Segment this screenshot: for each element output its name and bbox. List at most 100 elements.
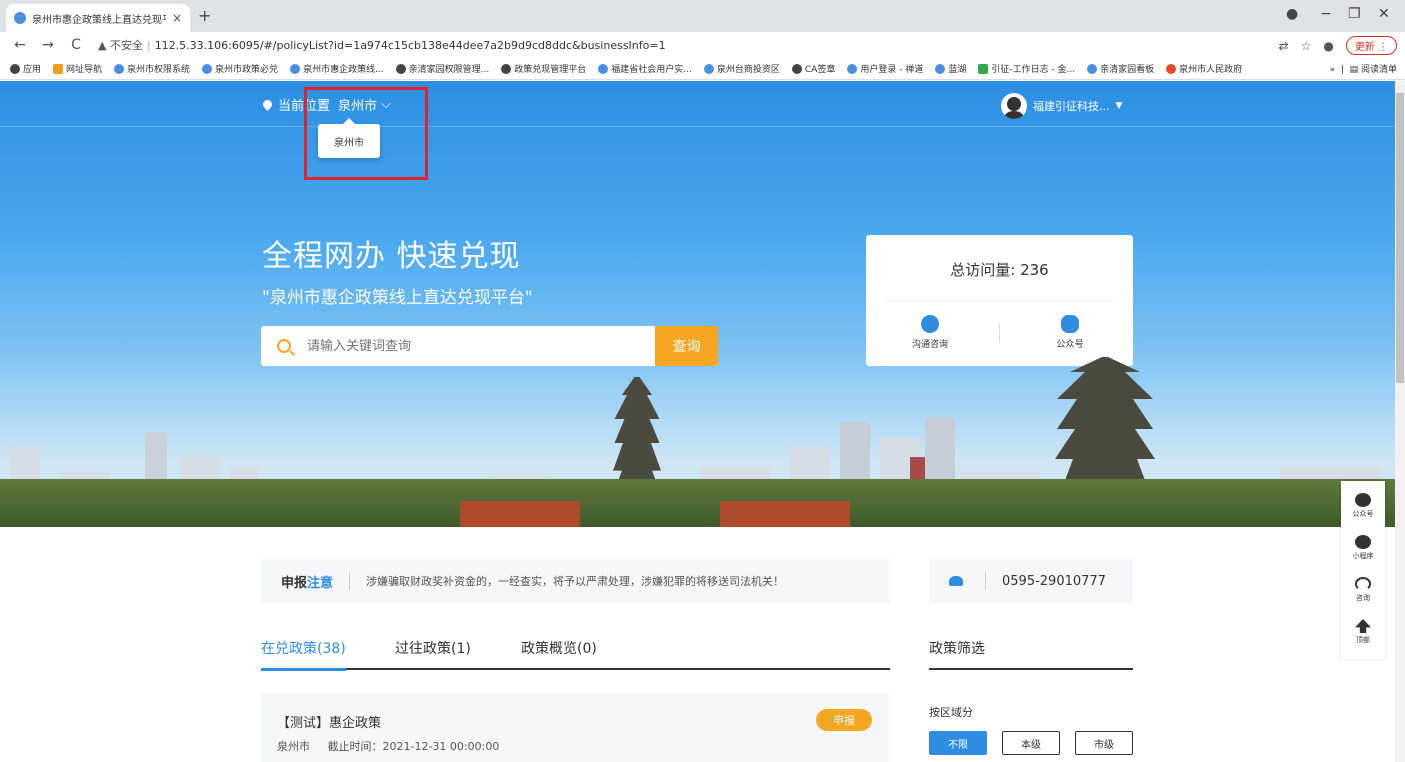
tab-title: 泉州市惠企政策线上直达兑现平台 <box>32 14 166 26</box>
bookmark-item[interactable]: CA签章 <box>791 62 835 75</box>
insecure-warning[interactable]: ▲ 不安全 <box>98 39 143 52</box>
bookmark-icon <box>847 63 858 74</box>
sidebar-consult[interactable]: 咨询 <box>1341 577 1385 603</box>
bookmarks-overflow[interactable]: » | ▤ 阅读清单 <box>1330 62 1397 75</box>
bookmark-star-icon[interactable]: ☆ <box>1301 39 1312 53</box>
restore-icon[interactable]: ❐ <box>1348 6 1361 22</box>
header-divider <box>0 126 1395 127</box>
search-button[interactable]: 查询 <box>655 326 718 366</box>
profile-icon[interactable]: ● <box>1286 6 1298 22</box>
avatar <box>1001 93 1027 119</box>
notice-bar: 申报注意 涉嫌骗取财政奖补资金的，一经查实，将予以严肃处理，涉嫌犯罪的将移送司法… <box>261 559 890 603</box>
bookmark-icon <box>598 63 609 74</box>
scrollbar-thumb[interactable] <box>1396 93 1404 383</box>
hero-subslogan: "泉州市惠企政策线上直达兑现平台" <box>262 288 533 308</box>
notice-label: 申报注意 <box>281 575 334 591</box>
policy-name[interactable]: 【测试】惠企政策 <box>277 712 381 731</box>
bookmark-item[interactable]: 泉州市权限系统 <box>114 62 190 75</box>
region-option-local[interactable]: 本级 <box>1002 731 1060 755</box>
account-icon[interactable]: ● <box>1323 39 1333 53</box>
bookmark-icon <box>290 63 301 74</box>
trees-layer <box>0 479 1395 527</box>
bookmark-item[interactable]: 泉州市人民政府 <box>1166 62 1242 75</box>
hotline-number: 0595-29010777 <box>1002 573 1106 589</box>
search-icon <box>277 339 291 353</box>
visit-total: 总访问量: 236 <box>950 261 1049 279</box>
bookmark-item[interactable]: 蓝湖 <box>935 62 966 75</box>
tab-active-policies[interactable]: 在兑政策(38) <box>261 638 346 671</box>
tab-policy-overview[interactable]: 政策概览(0) <box>521 638 597 668</box>
bookmark-item[interactable]: 网址导航 <box>53 62 102 75</box>
headset-icon <box>1355 577 1371 591</box>
apply-button[interactable]: 申报 <box>816 709 872 731</box>
highlight-box <box>304 87 428 180</box>
hotline-divider <box>985 572 986 590</box>
bookmark-item[interactable]: 泉州市政策必兑 <box>202 62 278 75</box>
forward-icon[interactable]: → <box>40 37 56 53</box>
back-icon[interactable]: ← <box>12 37 28 53</box>
translate-icon[interactable]: ⇄ <box>1279 39 1289 53</box>
floating-sidebar: 公众号 小程序 咨询 顶部 <box>1341 481 1385 659</box>
close-window-icon[interactable]: ✕ <box>1378 6 1390 22</box>
bookmark-icon <box>935 63 946 74</box>
bookmark-icon <box>1166 63 1177 74</box>
bookmark-item[interactable]: 用户登录 - 禅道 <box>847 62 923 75</box>
minimize-icon[interactable]: − <box>1320 6 1332 22</box>
sidebar-wechat[interactable]: 公众号 <box>1341 493 1385 519</box>
wechat-link[interactable]: 公众号 <box>1030 315 1110 350</box>
policy-item[interactable]: 【测试】惠企政策 泉州市 截止时间：2021-12-31 00:00:00 申报 <box>261 694 890 762</box>
visit-card: 总访问量: 236 沟通咨询 公众号 <box>866 235 1133 366</box>
bookmark-icon <box>1087 63 1098 74</box>
bookmark-item[interactable]: 亲清家园权限管理... <box>395 62 489 75</box>
policy-tabs: 在兑政策(38) 过往政策(1) 政策概览(0) <box>261 638 890 671</box>
user-menu[interactable]: 福建引征科技... ▼ <box>1001 93 1122 119</box>
new-tab-button[interactable]: + <box>198 6 211 25</box>
close-tab-icon[interactable]: × <box>172 11 182 25</box>
bookmark-icon <box>703 63 714 74</box>
bookmark-item[interactable]: 引征-工作日志 - 金... <box>978 62 1075 75</box>
apps-grid-icon <box>10 63 20 74</box>
notice-text: 涉嫌骗取财政奖补资金的，一经查实，将予以严肃处理，涉嫌犯罪的将移送司法机关！ <box>366 575 785 588</box>
city-skyline-image <box>0 357 1395 527</box>
url-field[interactable]: ▲ 不安全 | 112.5.33.106:6095/#/policyList?id=… <box>98 37 666 53</box>
phone-icon <box>949 576 963 586</box>
url-text: 112.5.33.106:6095/#/policyList?id=1a974c… <box>154 39 666 52</box>
address-bar: ← → C ▲ 不安全 | 112.5.33.106:6095/#/policyLi… <box>0 32 1405 58</box>
bookmark-item[interactable]: 泉州市惠企政策线... <box>290 62 384 75</box>
region-option-unlimited[interactable]: 不限 <box>929 731 987 755</box>
bookmark-item[interactable]: 泉州台商投资区 <box>703 62 780 75</box>
search-input[interactable] <box>307 338 655 354</box>
wechat-icon <box>1061 315 1079 333</box>
bookmark-icon <box>53 63 64 74</box>
bookmark-item[interactable]: 亲清家园看板 <box>1087 62 1154 75</box>
address-bar-actions: ⇄ ☆ ● 更新 ⋮ <box>1279 36 1397 55</box>
hero-banner: 当前位置 泉州市 ⌵ 泉州市 福建引征科技... ▼ 全程网办 快速兑现 "泉州… <box>0 81 1395 527</box>
caret-down-icon[interactable]: ▼ <box>1116 101 1123 111</box>
bookmark-icon <box>395 63 406 74</box>
bookmark-icon <box>202 63 213 74</box>
hotline-box: 0595-29010777 <box>929 559 1133 603</box>
reload-icon[interactable]: C <box>68 37 84 53</box>
bookmark-item[interactable]: 政策兑现管理平台 <box>501 62 586 75</box>
site-favicon-icon <box>14 12 26 24</box>
policy-meta: 泉州市 截止时间：2021-12-31 00:00:00 <box>277 738 513 754</box>
sidebar-mini-program[interactable]: 小程序 <box>1341 535 1385 561</box>
hero-slogan: 全程网办 快速兑现 <box>262 239 521 274</box>
reading-list-label[interactable]: 阅读清单 <box>1361 65 1397 75</box>
filter-title: 政策筛选 <box>929 638 1133 670</box>
sidebar-top[interactable]: 顶部 <box>1341 619 1385 645</box>
region-option-city[interactable]: 市级 <box>1075 731 1133 755</box>
tab-past-policies[interactable]: 过往政策(1) <box>395 638 471 668</box>
bookmark-apps[interactable]: 应用 <box>10 62 41 75</box>
bookmark-icon <box>791 63 802 74</box>
bookmark-item[interactable]: 福建省社会用户实... <box>598 62 692 75</box>
chat-icon <box>921 315 939 333</box>
bookmark-icon <box>114 63 125 74</box>
policy-city: 泉州市 <box>277 740 310 753</box>
page-scrollbar[interactable] <box>1395 81 1405 762</box>
update-button[interactable]: 更新 ⋮ <box>1345 36 1397 55</box>
browser-tab[interactable]: 泉州市惠企政策线上直达兑现平台 × <box>6 4 190 32</box>
notice-divider <box>349 572 351 590</box>
consult-link[interactable]: 沟通咨询 <box>890 315 970 350</box>
consult-label: 沟通咨询 <box>911 340 948 350</box>
